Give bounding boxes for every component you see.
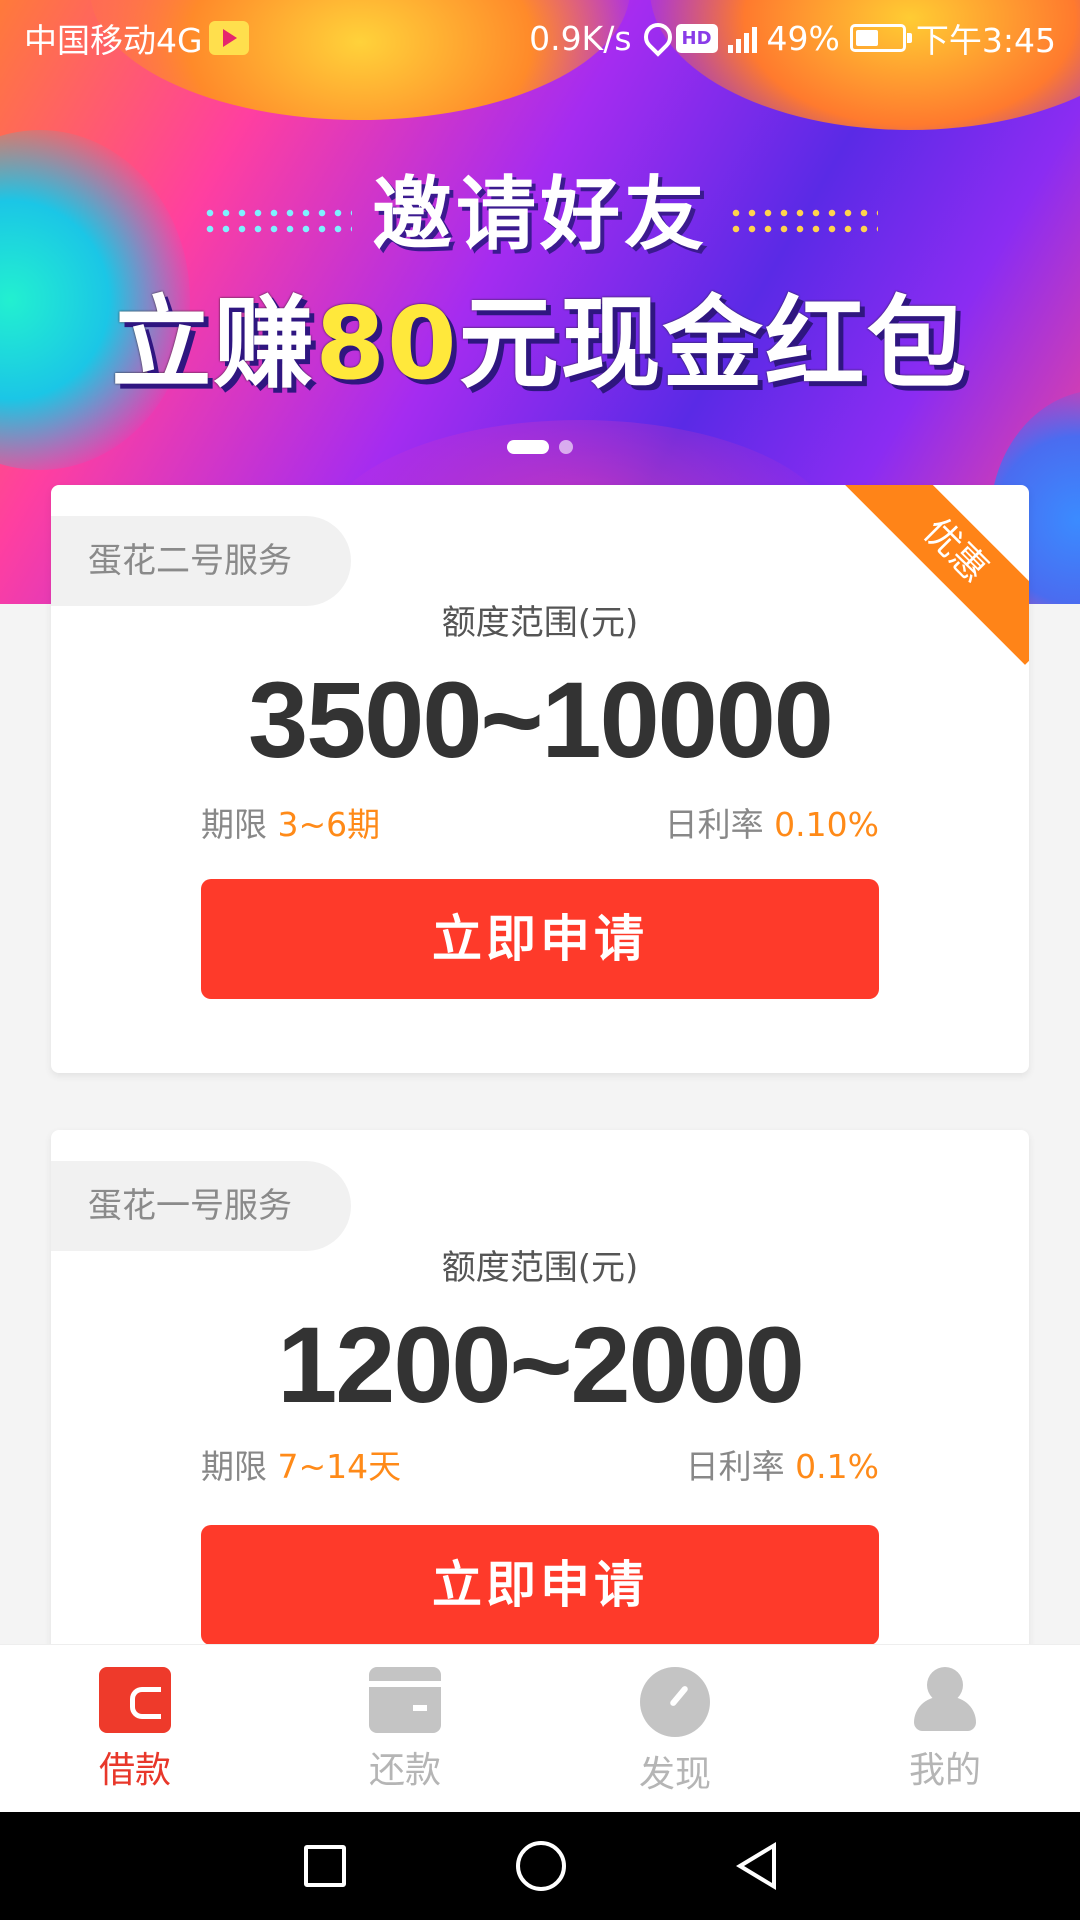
rate-value: 0.1% xyxy=(795,1447,879,1486)
tab-discover[interactable]: 发现 xyxy=(540,1645,810,1812)
term-info: 期限 7~14天 xyxy=(201,1440,401,1488)
carousel-indicator xyxy=(0,440,1080,454)
tab-repay[interactable]: 还款 xyxy=(270,1645,540,1812)
user-icon xyxy=(912,1667,978,1733)
carousel-dot-active[interactable] xyxy=(507,440,549,454)
home-icon[interactable] xyxy=(516,1841,566,1891)
rate-info: 日利率 0.1% xyxy=(686,1440,879,1488)
rate-info: 日利率 0.10% xyxy=(665,798,879,846)
rate-label: 日利率 xyxy=(664,805,764,844)
dots-decoration xyxy=(202,205,352,236)
banner-subtitle-prefix: 立赚 xyxy=(111,285,316,402)
rate-value: 0.10% xyxy=(774,805,879,844)
bottom-tab-bar: 借款 还款 发现 我的 xyxy=(0,1644,1080,1812)
tab-label: 还款 xyxy=(368,1750,441,1791)
clock: 下午3:45 xyxy=(915,21,1056,60)
carousel-dot[interactable] xyxy=(559,440,573,454)
system-navigation-bar xyxy=(0,1812,1080,1920)
video-app-icon xyxy=(208,21,249,55)
term-label: 期限 xyxy=(201,805,267,844)
tab-label: 我的 xyxy=(908,1750,981,1791)
range-value: 3500~10000 xyxy=(248,659,834,780)
apply-button[interactable]: 立即申请 xyxy=(201,1525,879,1645)
banner-title: 邀请好友 xyxy=(0,150,1080,266)
location-icon xyxy=(642,23,666,53)
tab-mine[interactable]: 我的 xyxy=(810,1645,1080,1812)
term-value: 3~6期 xyxy=(277,805,381,844)
product-card: 蛋花二号服务 优惠 额度范围(元) 3500~10000 期限 3~6期 日利率… xyxy=(51,485,1029,1073)
range-label: 额度范围(元) xyxy=(441,1248,639,1288)
hd-icon: HD xyxy=(675,23,718,53)
tab-label: 借款 xyxy=(98,1750,171,1791)
banner-title-text: 邀请好友 xyxy=(372,168,708,261)
term-value: 7~14天 xyxy=(277,1447,402,1486)
product-meta: 期限 3~6期 日利率 0.10% xyxy=(201,798,879,846)
app-screen: 中国移动4G 0.9K/s HD 49% 下午3:45 邀请好友 立赚80元现金… xyxy=(0,0,1080,1920)
banner-subtitle: 立赚80元现金红包 xyxy=(0,262,1080,407)
product-meta: 期限 7~14天 日利率 0.1% xyxy=(201,1440,879,1488)
wallet-icon xyxy=(99,1667,171,1733)
signal-icon xyxy=(727,23,757,53)
rate-label: 日利率 xyxy=(685,1447,785,1486)
compass-icon xyxy=(640,1667,710,1737)
apply-button[interactable]: 立即申请 xyxy=(201,879,879,999)
network-speed: 0.9K/s xyxy=(529,18,632,58)
service-name: 蛋花二号服务 xyxy=(51,516,351,606)
recents-icon[interactable] xyxy=(304,1845,346,1887)
battery-percent: 49% xyxy=(766,18,840,58)
range-value: 1200~2000 xyxy=(277,1304,805,1425)
service-name: 蛋花一号服务 xyxy=(51,1161,351,1251)
tab-borrow[interactable]: 借款 xyxy=(0,1645,270,1812)
range-label: 额度范围(元) xyxy=(441,603,639,643)
banner-subtitle-suffix: 元现金红包 xyxy=(458,285,969,402)
banner-subtitle-amount: 80 xyxy=(315,285,459,402)
carrier-label: 中国移动4G xyxy=(24,21,203,60)
dots-decoration xyxy=(728,205,878,236)
tab-label: 发现 xyxy=(638,1754,711,1795)
battery-icon xyxy=(849,24,912,52)
product-card: 蛋花一号服务 额度范围(元) 1200~2000 期限 7~14天 日利率 0.… xyxy=(51,1130,1029,1690)
term-label: 期限 xyxy=(201,1447,267,1486)
status-bar: 中国移动4G 0.9K/s HD 49% 下午3:45 xyxy=(0,0,1080,76)
term-info: 期限 3~6期 xyxy=(201,798,380,846)
back-icon[interactable] xyxy=(736,1842,776,1890)
card-icon xyxy=(369,1667,441,1733)
